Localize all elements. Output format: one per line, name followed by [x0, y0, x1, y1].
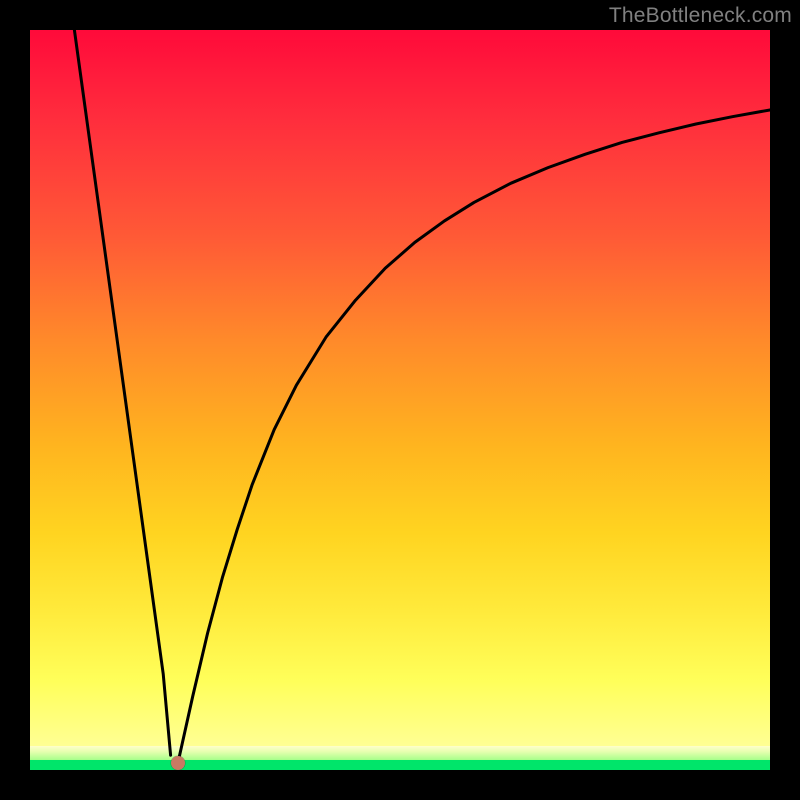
- watermark-text: TheBottleneck.com: [609, 4, 792, 28]
- bottleneck-marker: [171, 756, 185, 770]
- chart-root: TheBottleneck.com: [0, 0, 800, 800]
- plot-area: [30, 30, 770, 770]
